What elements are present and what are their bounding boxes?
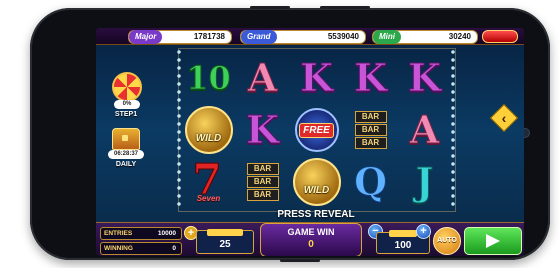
bet-increase-button[interactable]: + <box>416 224 431 239</box>
wild-coin-icon: WILD <box>184 106 233 154</box>
reel-symbol: 7 Seven <box>182 155 235 208</box>
reel-symbol: K <box>290 52 343 104</box>
card-symbol: K <box>299 55 334 100</box>
reel-symbol: K <box>344 52 397 104</box>
reel-symbol: BAR BAR BAR <box>236 156 289 208</box>
card-symbol: 10 <box>186 59 232 97</box>
daily-chest-icon[interactable] <box>112 128 140 150</box>
wild-label: WILD <box>195 133 222 144</box>
card-symbol: K <box>353 55 388 100</box>
bar-label: BAR <box>354 137 387 149</box>
card-symbol: Q <box>353 159 388 204</box>
wheel-progress: 0% <box>114 100 140 109</box>
bet-tag <box>389 230 417 237</box>
game-win-value: 0 <box>308 239 314 250</box>
card-symbol: J <box>415 159 434 204</box>
bar-label: BAR <box>246 189 279 201</box>
jackpot-grand-value: 5539040 <box>327 32 359 41</box>
reel-symbol: J <box>398 156 451 208</box>
sidebar: 0% STEP1 06:28:37 DAILY <box>96 44 176 220</box>
jackpot-major: Major 1781738 <box>128 30 232 44</box>
reel-symbol: BAR BAR BAR <box>344 104 397 156</box>
winning-label: WINNING <box>104 245 133 252</box>
lines-tag <box>207 229 243 236</box>
game-win-label: GAME WIN <box>287 227 335 237</box>
spin-button[interactable] <box>464 227 522 255</box>
jackpot-mini-label: Mini <box>373 30 401 44</box>
jackpot-major-value: 1781738 <box>193 32 225 41</box>
jackpot-grand-label: Grand <box>241 30 277 44</box>
wild-coin-icon: WILD <box>292 158 341 206</box>
reel-symbol: FREE <box>290 104 343 156</box>
card-symbol: K <box>245 107 280 152</box>
daily-label: DAILY <box>115 161 137 168</box>
free-spin-symbol: FREE <box>294 108 339 152</box>
winning-value: 0 <box>172 245 176 252</box>
bar-label: BAR <box>246 163 279 175</box>
winning-box: WINNING 0 <box>100 242 182 255</box>
seven-symbol: 7 Seven <box>187 155 231 205</box>
bet-value: 100 <box>394 240 412 251</box>
daily-timer: 06:28:37 <box>108 150 144 159</box>
press-reveal-text[interactable]: PRESS REVEAL <box>196 208 436 222</box>
lines-box: 25 <box>196 229 254 254</box>
reel-symbol: K <box>398 52 451 104</box>
reel-grid[interactable]: 10 WILD 7 Seven A K BAR BAR BAR K FREE WILD K BAR BAR B… <box>182 52 450 208</box>
reel-symbol: A <box>398 104 451 156</box>
volume-button <box>320 6 370 9</box>
game-screen: Major 1781738 Grand 5539040 Mini 30240 0… <box>96 28 524 256</box>
play-icon <box>486 234 500 248</box>
bar-symbol: BAR BAR BAR <box>354 111 387 149</box>
bottom-panel: ENTRIES 10000 + WINNING 0 25 GAME WIN 0 … <box>96 222 524 256</box>
phone-frame: Major 1781738 Grand 5539040 Mini 30240 0… <box>30 6 550 262</box>
card-symbol: K <box>407 55 442 100</box>
entries-value: 10000 <box>157 230 176 237</box>
bar-label: BAR <box>354 111 387 123</box>
power-button <box>250 6 290 9</box>
chevron-left-icon: ‹ <box>501 110 507 126</box>
jackpot-mini: Mini 30240 <box>372 30 478 44</box>
seven-label: Seven <box>196 194 221 203</box>
jackpot-major-label: Major <box>129 30 163 44</box>
jackpot-bar: Major 1781738 Grand 5539040 Mini 30240 <box>96 28 524 45</box>
bar-symbol: BAR BAR BAR <box>246 163 279 201</box>
auto-spin-button[interactable]: AUTO <box>433 227 461 255</box>
game-win-panel: GAME WIN 0 <box>260 223 362 256</box>
lines-value: 25 <box>219 239 231 250</box>
card-symbol: A <box>409 107 440 152</box>
bar-label: BAR <box>246 176 279 188</box>
reel-symbol: WILD <box>182 104 235 156</box>
reel-symbol: 10 <box>182 52 235 104</box>
wheel-step-label: STEP1 <box>114 111 138 118</box>
entries-box: ENTRIES 10000 <box>100 227 182 240</box>
lucky-wheel-icon[interactable] <box>112 72 142 102</box>
card-symbol: A <box>247 55 278 100</box>
reel-symbol: K <box>236 104 289 156</box>
reel-symbol: WILD <box>290 156 343 208</box>
free-label: FREE <box>299 122 334 138</box>
jackpot-mini-value: 30240 <box>448 32 471 41</box>
jackpot-grand: Grand 5539040 <box>240 30 366 44</box>
menu-button[interactable] <box>482 30 518 43</box>
bar-label: BAR <box>354 124 387 136</box>
reel-symbol: A <box>236 52 289 104</box>
reel-symbol: Q <box>344 156 397 208</box>
wild-label: WILD <box>303 185 330 196</box>
side-button <box>280 259 320 262</box>
entries-label: ENTRIES <box>104 230 133 237</box>
